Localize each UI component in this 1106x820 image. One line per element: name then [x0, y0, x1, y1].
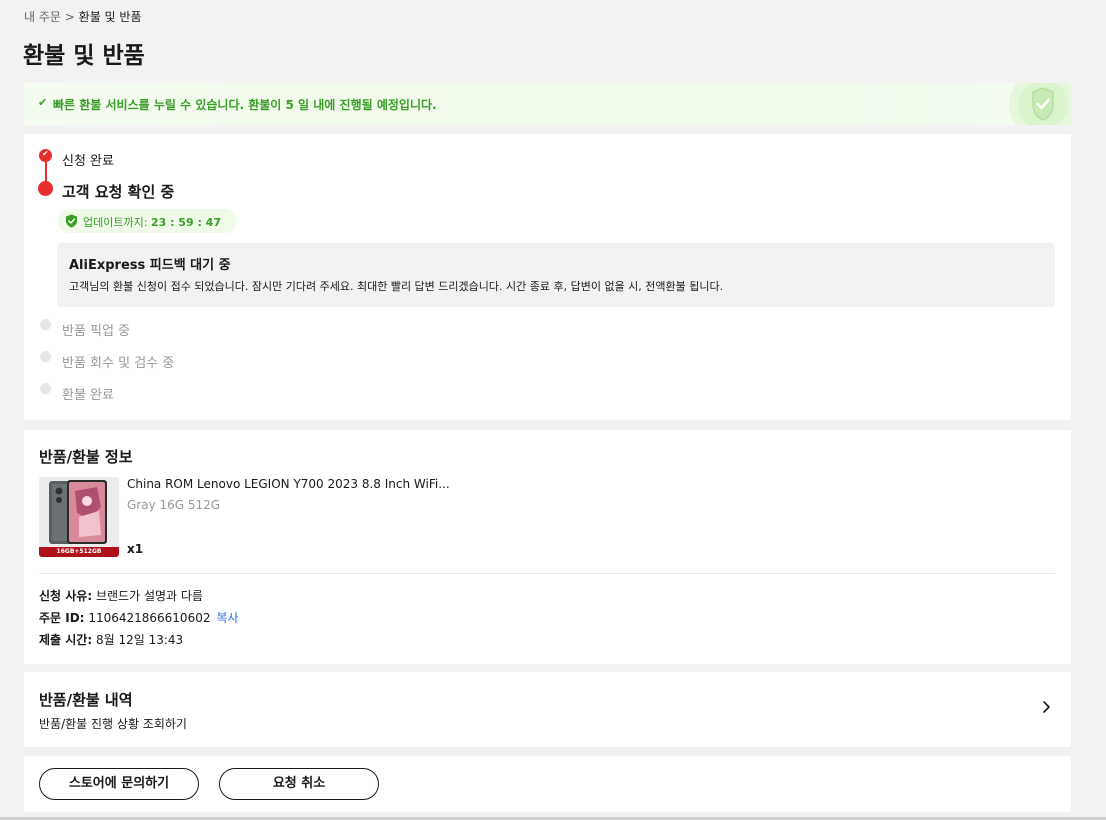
request-reason-row: 신청 사유: 브랜드가 설명과 다름 — [39, 587, 203, 604]
breadcrumb-my-orders-link[interactable]: 내 주문 — [24, 10, 61, 24]
timer-label: 업데이트까지: — [83, 216, 151, 229]
fast-refund-banner: ✔ 빠른 환불 서비스를 누릴 수 있습니다. 환불이 5 일 내에 진행될 예… — [24, 83, 1071, 125]
request-reason-label: 신청 사유: — [39, 589, 93, 603]
refund-history-subtitle: 반품/환불 진행 상황 조회하기 — [39, 717, 187, 731]
chevron-right-icon — [1043, 701, 1050, 713]
page-title: 환불 및 반품 — [23, 43, 145, 69]
cancel-request-button[interactable]: 요청 취소 — [219, 768, 379, 800]
step-pending-icon — [40, 383, 51, 394]
feedback-title: AliExpress 피드백 대기 중 — [69, 258, 231, 273]
timer-countdown: 23 : 59 : 47 — [150, 216, 221, 229]
refund-info-card — [24, 430, 1071, 664]
submit-time-row: 제출 시간: 8월 12일 13:43 — [39, 631, 183, 648]
storage-badge: 16GB+512GB — [56, 548, 102, 555]
feedback-description: 고객님의 환불 신청이 접수 되었습니다. 잠시만 기다려 주세요. 최대한 빨… — [69, 280, 724, 293]
step-pending-icon — [40, 351, 51, 362]
product-title[interactable]: China ROM Lenovo LEGION Y700 2023 8.8 In… — [127, 477, 450, 491]
step-active-icon — [38, 181, 53, 196]
refund-history-link[interactable]: 반품/환불 내역 반품/환불 진행 상황 조회하기 — [24, 672, 1071, 747]
shield-check-icon — [66, 214, 77, 228]
step-refund-complete: 환불 완료 — [62, 388, 114, 403]
submit-time-label: 제출 시간: — [39, 633, 93, 647]
contact-store-button[interactable]: 스토어에 문의하기 — [39, 768, 199, 800]
order-id-label: 주문 ID: — [39, 611, 85, 625]
fast-refund-message: 빠른 환불 서비스를 누릴 수 있습니다. 환불이 5 일 내에 진행될 예정입… — [53, 98, 437, 112]
breadcrumb-current: 환불 및 반품 — [78, 10, 142, 24]
order-id-row: 주문 ID: 1106421866610602 복사 — [39, 609, 239, 626]
step-return-pickup: 반품 픽업 중 — [62, 324, 131, 339]
feedback-status-box: AliExpress 피드백 대기 중 고객님의 환불 신청이 접수 되었습니다… — [57, 243, 1055, 307]
step-request-complete: 신청 완료 — [62, 154, 114, 169]
divider — [39, 573, 1055, 574]
product-quantity: x1 — [127, 542, 144, 556]
submit-time-value: 8월 12일 13:43 — [95, 633, 184, 647]
order-id-value: 1106421866610602 — [88, 611, 211, 625]
step-pending-icon — [40, 319, 51, 330]
breadcrumb-separator: > — [64, 10, 75, 24]
product-thumbnail[interactable]: 16GB+512GB — [39, 477, 119, 557]
breadcrumb: 내 주문 > 환불 및 반품 — [24, 8, 142, 25]
copy-order-id-link[interactable]: 복사 — [216, 611, 238, 625]
tablet-product-image — [39, 477, 119, 557]
update-timer: 업데이트까지: 23 : 59 : 47 — [58, 209, 237, 233]
action-bar: 스토어에 문의하기 요청 취소 — [24, 756, 1071, 812]
shield-check-icon — [1009, 83, 1071, 125]
refund-info-title: 반품/환불 정보 — [39, 448, 133, 466]
step-return-inspection: 반품 회수 및 검수 중 — [62, 356, 175, 371]
refund-history-title: 반품/환불 내역 — [39, 691, 133, 709]
step-reviewing-request: 고객 요청 확인 중 — [62, 183, 175, 201]
product-sku: Gray 16G 512G — [127, 498, 221, 512]
check-icon: ✔ — [38, 96, 48, 109]
request-reason-value: 브랜드가 설명과 다름 — [95, 589, 203, 603]
step-done-icon: ✔ — [39, 149, 52, 162]
